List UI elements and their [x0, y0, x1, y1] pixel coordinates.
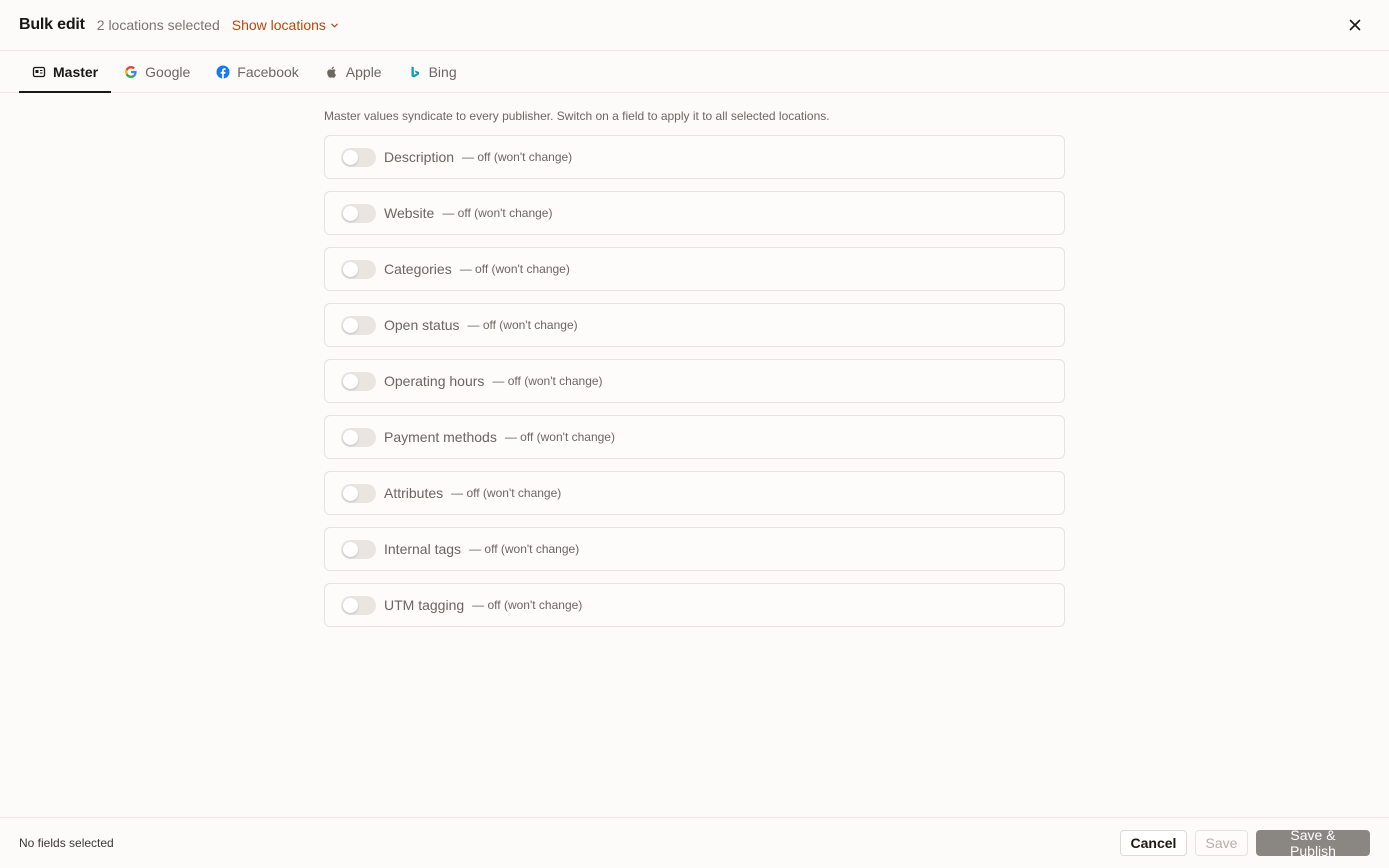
- field-label: Attributes: [384, 485, 444, 501]
- toggle-knob: [343, 541, 358, 557]
- field-row-payment-methods: Payment methods — off (won't change): [324, 415, 1065, 459]
- tab-bing[interactable]: Bing: [395, 51, 470, 92]
- toggle-knob: [343, 205, 358, 221]
- field-status: — off (won't change): [492, 374, 603, 388]
- tab-label: Apple: [345, 63, 382, 80]
- page-title: Bulk edit: [19, 16, 85, 33]
- tab-label: Facebook: [237, 63, 299, 80]
- toggle-knob: [343, 261, 358, 277]
- open-status-toggle[interactable]: [341, 315, 376, 335]
- intro-text: Master values syndicate to every publish…: [324, 109, 830, 123]
- field-label: Description: [384, 149, 455, 165]
- dialog-footer: No fields selected Cancel Save Save & Pu…: [0, 817, 1389, 868]
- toggle-knob: [343, 373, 358, 389]
- show-locations-label: Show locations: [231, 17, 326, 33]
- toggle-knob: [343, 149, 358, 165]
- payment-methods-toggle[interactable]: [341, 427, 376, 447]
- tab-label: Master: [53, 63, 99, 80]
- field-list: Description — off (won't change) Website…: [324, 135, 1065, 627]
- tab-label: Google: [145, 63, 191, 80]
- apple-icon: [326, 66, 336, 78]
- field-row-website: Website — off (won't change): [324, 191, 1065, 235]
- bulk-edit-dialog: Bulk edit 2 locations selected Show loca…: [0, 0, 1389, 868]
- save-button[interactable]: Save: [1195, 830, 1248, 856]
- field-status: — off (won't change): [459, 262, 570, 276]
- field-status: — off (won't change): [442, 206, 553, 220]
- chevron-down-icon: [331, 23, 338, 27]
- tab-facebook[interactable]: Facebook: [203, 51, 311, 92]
- tab-label: Bing: [428, 63, 457, 80]
- close-icon: [1349, 19, 1361, 31]
- tab-google[interactable]: Google: [111, 51, 203, 92]
- field-status: — off (won't change): [451, 486, 562, 500]
- field-status: — off (won't change): [462, 150, 573, 164]
- field-label: Categories: [384, 261, 452, 277]
- field-row-internal-tags: Internal tags — off (won't change): [324, 527, 1065, 571]
- field-row-description: Description — off (won't change): [324, 135, 1065, 179]
- publisher-tabs: Master Google Facebook Apple Bing: [0, 51, 1389, 93]
- toggle-knob: [343, 485, 358, 501]
- field-status: — off (won't change): [469, 542, 580, 556]
- attributes-toggle[interactable]: [341, 483, 376, 503]
- selection-summary: 2 locations selected: [96, 17, 220, 33]
- dialog-header: Bulk edit 2 locations selected Show loca…: [0, 0, 1389, 51]
- toggle-knob: [343, 429, 358, 445]
- internal-tags-toggle[interactable]: [341, 539, 376, 559]
- operating-hours-toggle[interactable]: [341, 371, 376, 391]
- website-toggle[interactable]: [341, 203, 376, 223]
- field-row-attributes: Attributes — off (won't change): [324, 471, 1065, 515]
- cancel-button[interactable]: Cancel: [1120, 830, 1187, 856]
- categories-toggle[interactable]: [341, 259, 376, 279]
- field-label: Internal tags: [384, 541, 462, 557]
- save-publish-button[interactable]: Save & Publish: [1256, 827, 1370, 859]
- close-button[interactable]: [1345, 15, 1365, 35]
- field-row-categories: Categories — off (won't change): [324, 247, 1065, 291]
- facebook-icon: [216, 65, 230, 78]
- field-label: Website: [384, 205, 435, 221]
- field-label: Payment methods: [384, 429, 497, 445]
- footer-actions: Cancel Save Save & Publish: [1120, 827, 1370, 859]
- field-row-open-status: Open status — off (won't change): [324, 303, 1065, 347]
- field-label: Operating hours: [384, 373, 485, 389]
- tab-master[interactable]: Master: [19, 51, 112, 93]
- field-status: — off (won't change): [467, 318, 578, 332]
- field-row-operating-hours: Operating hours — off (won't change): [324, 359, 1065, 403]
- field-row-utm-tagging: UTM tagging — off (won't change): [324, 583, 1065, 627]
- master-fields-panel: Master values syndicate to every publish…: [324, 93, 1065, 627]
- show-locations-button[interactable]: Show locations: [232, 17, 339, 33]
- field-status: — off (won't change): [504, 430, 615, 444]
- selection-status: No fields selected: [19, 836, 114, 850]
- google-icon: [125, 65, 137, 78]
- tab-apple[interactable]: Apple: [312, 51, 395, 92]
- toggle-knob: [343, 597, 358, 613]
- utm-tagging-toggle[interactable]: [341, 595, 376, 615]
- bing-icon: [411, 66, 419, 77]
- description-toggle[interactable]: [341, 147, 376, 167]
- id-card-icon: [32, 66, 46, 77]
- field-label: Open status: [384, 317, 460, 333]
- field-status: — off (won't change): [472, 598, 583, 612]
- field-label: UTM tagging: [384, 597, 465, 613]
- toggle-knob: [343, 317, 358, 333]
